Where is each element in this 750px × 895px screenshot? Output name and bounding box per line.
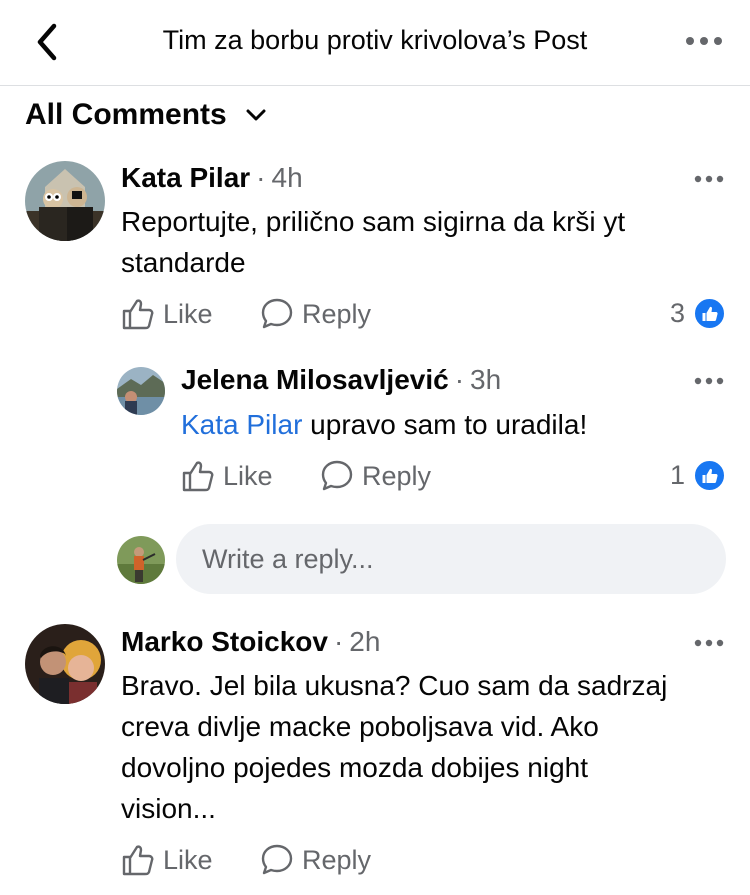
comment-header: Marko Stoickov · 2h [121,626,380,658]
reply-author[interactable]: Jelena Milosavljević [181,364,449,395]
speech-bubble-icon [261,844,293,875]
like-button[interactable]: Like [121,297,213,331]
reaction-count: 1 [669,460,685,490]
current-user-avatar [117,536,165,584]
speech-bubble-icon [321,460,353,491]
reply-header: Jelena Milosavljević · 3h [181,364,501,396]
reply-label: Reply [362,460,432,491]
comment-header: Kata Pilar · 4h [121,162,303,194]
reply-text: Kata Pilar upravo sam to uradila! [181,404,587,445]
reply-input-placeholder: Write a reply... [202,543,374,574]
post-header: Tim za borbu protiv krivolova’s Post [0,0,750,86]
reply-text-body: upravo sam to uradila! [302,409,588,440]
separator-dot: · [333,626,344,657]
like-reaction-icon [693,459,726,492]
avatar[interactable] [117,367,165,415]
comment-text: Bravo. Jel bila ukusna? Cuo sam da sadrz… [121,665,667,829]
comment-more-icon[interactable] [690,628,730,658]
reply-input[interactable]: Write a reply... [176,524,726,594]
separator-dot: · [256,162,266,193]
comment-text-line: Reportujte, prilično sam sigirna da krši… [121,206,626,237]
comment-text-line: standarde [121,247,246,278]
comment-text-line: creva divlje macke poboljsava vid. Ako [121,711,599,742]
reply-time[interactable]: 3h [470,364,501,395]
comment-author[interactable]: Kata Pilar [121,162,250,193]
comment-text-line: dovoljno pojedes mozda dobijes night [121,752,588,783]
reaction-summary[interactable]: 3 [670,297,726,330]
comment-text-line: vision... [121,793,216,824]
like-label: Like [163,844,213,875]
comment-author[interactable]: Marko Stoickov [121,626,328,657]
avatar[interactable] [25,161,105,241]
comment-text: Reportujte, prilično sam sigirna da krši… [121,201,625,283]
reply-button[interactable]: Reply [260,843,371,877]
comment-sort-dropdown[interactable]: All Comments [25,98,267,132]
separator-dot: · [454,364,465,395]
thumbs-up-icon [122,299,154,330]
reply-label: Reply [302,844,372,875]
speech-bubble-icon [261,298,293,329]
sort-label: All Comments [25,98,227,131]
thumbs-up-icon [182,461,214,492]
reply-more-icon[interactable] [690,366,730,396]
avatar[interactable] [25,624,105,704]
reply-button[interactable]: Reply [320,459,431,493]
thumbs-up-icon [122,845,154,876]
comment-more-icon[interactable] [690,164,730,194]
reply-button[interactable]: Reply [260,297,371,331]
chevron-down-icon [246,109,266,121]
like-label: Like [163,298,213,329]
like-label: Like [223,460,273,491]
more-options-icon[interactable] [684,26,724,56]
comment-time[interactable]: 2h [349,626,380,657]
page-title: Tim za borbu protiv krivolova’s Post [162,25,588,55]
like-button[interactable]: Like [121,843,213,877]
like-button[interactable]: Like [181,459,273,493]
reply-label: Reply [302,298,372,329]
reaction-count: 3 [669,298,685,328]
comment-time[interactable]: 4h [272,162,303,193]
reaction-summary[interactable]: 1 [670,459,726,492]
comment-text-line: Bravo. Jel bila ukusna? Cuo sam da sadrz… [121,670,668,701]
mention-link[interactable]: Kata Pilar [181,409,302,440]
like-reaction-icon [693,297,726,330]
